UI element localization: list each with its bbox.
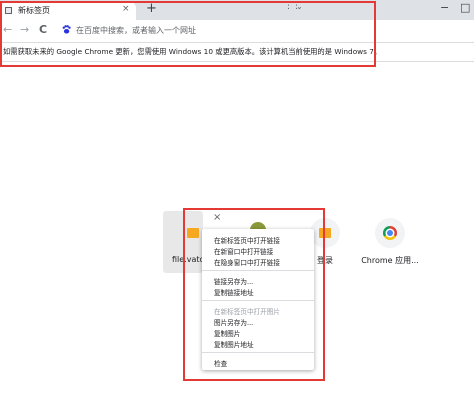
shortcut-chrome-apps[interactable]: Chrome 应用... bbox=[360, 218, 420, 273]
maximize-button[interactable]: □ bbox=[460, 1, 470, 14]
shortcut-label: Chrome 应用... bbox=[361, 256, 419, 265]
highlight-box-toolbar bbox=[0, 1, 376, 67]
minimize-button[interactable]: − bbox=[440, 1, 449, 14]
highlight-box-context-menu bbox=[183, 208, 325, 381]
chrome-icon bbox=[383, 226, 397, 240]
shortcut-circle bbox=[375, 218, 405, 248]
